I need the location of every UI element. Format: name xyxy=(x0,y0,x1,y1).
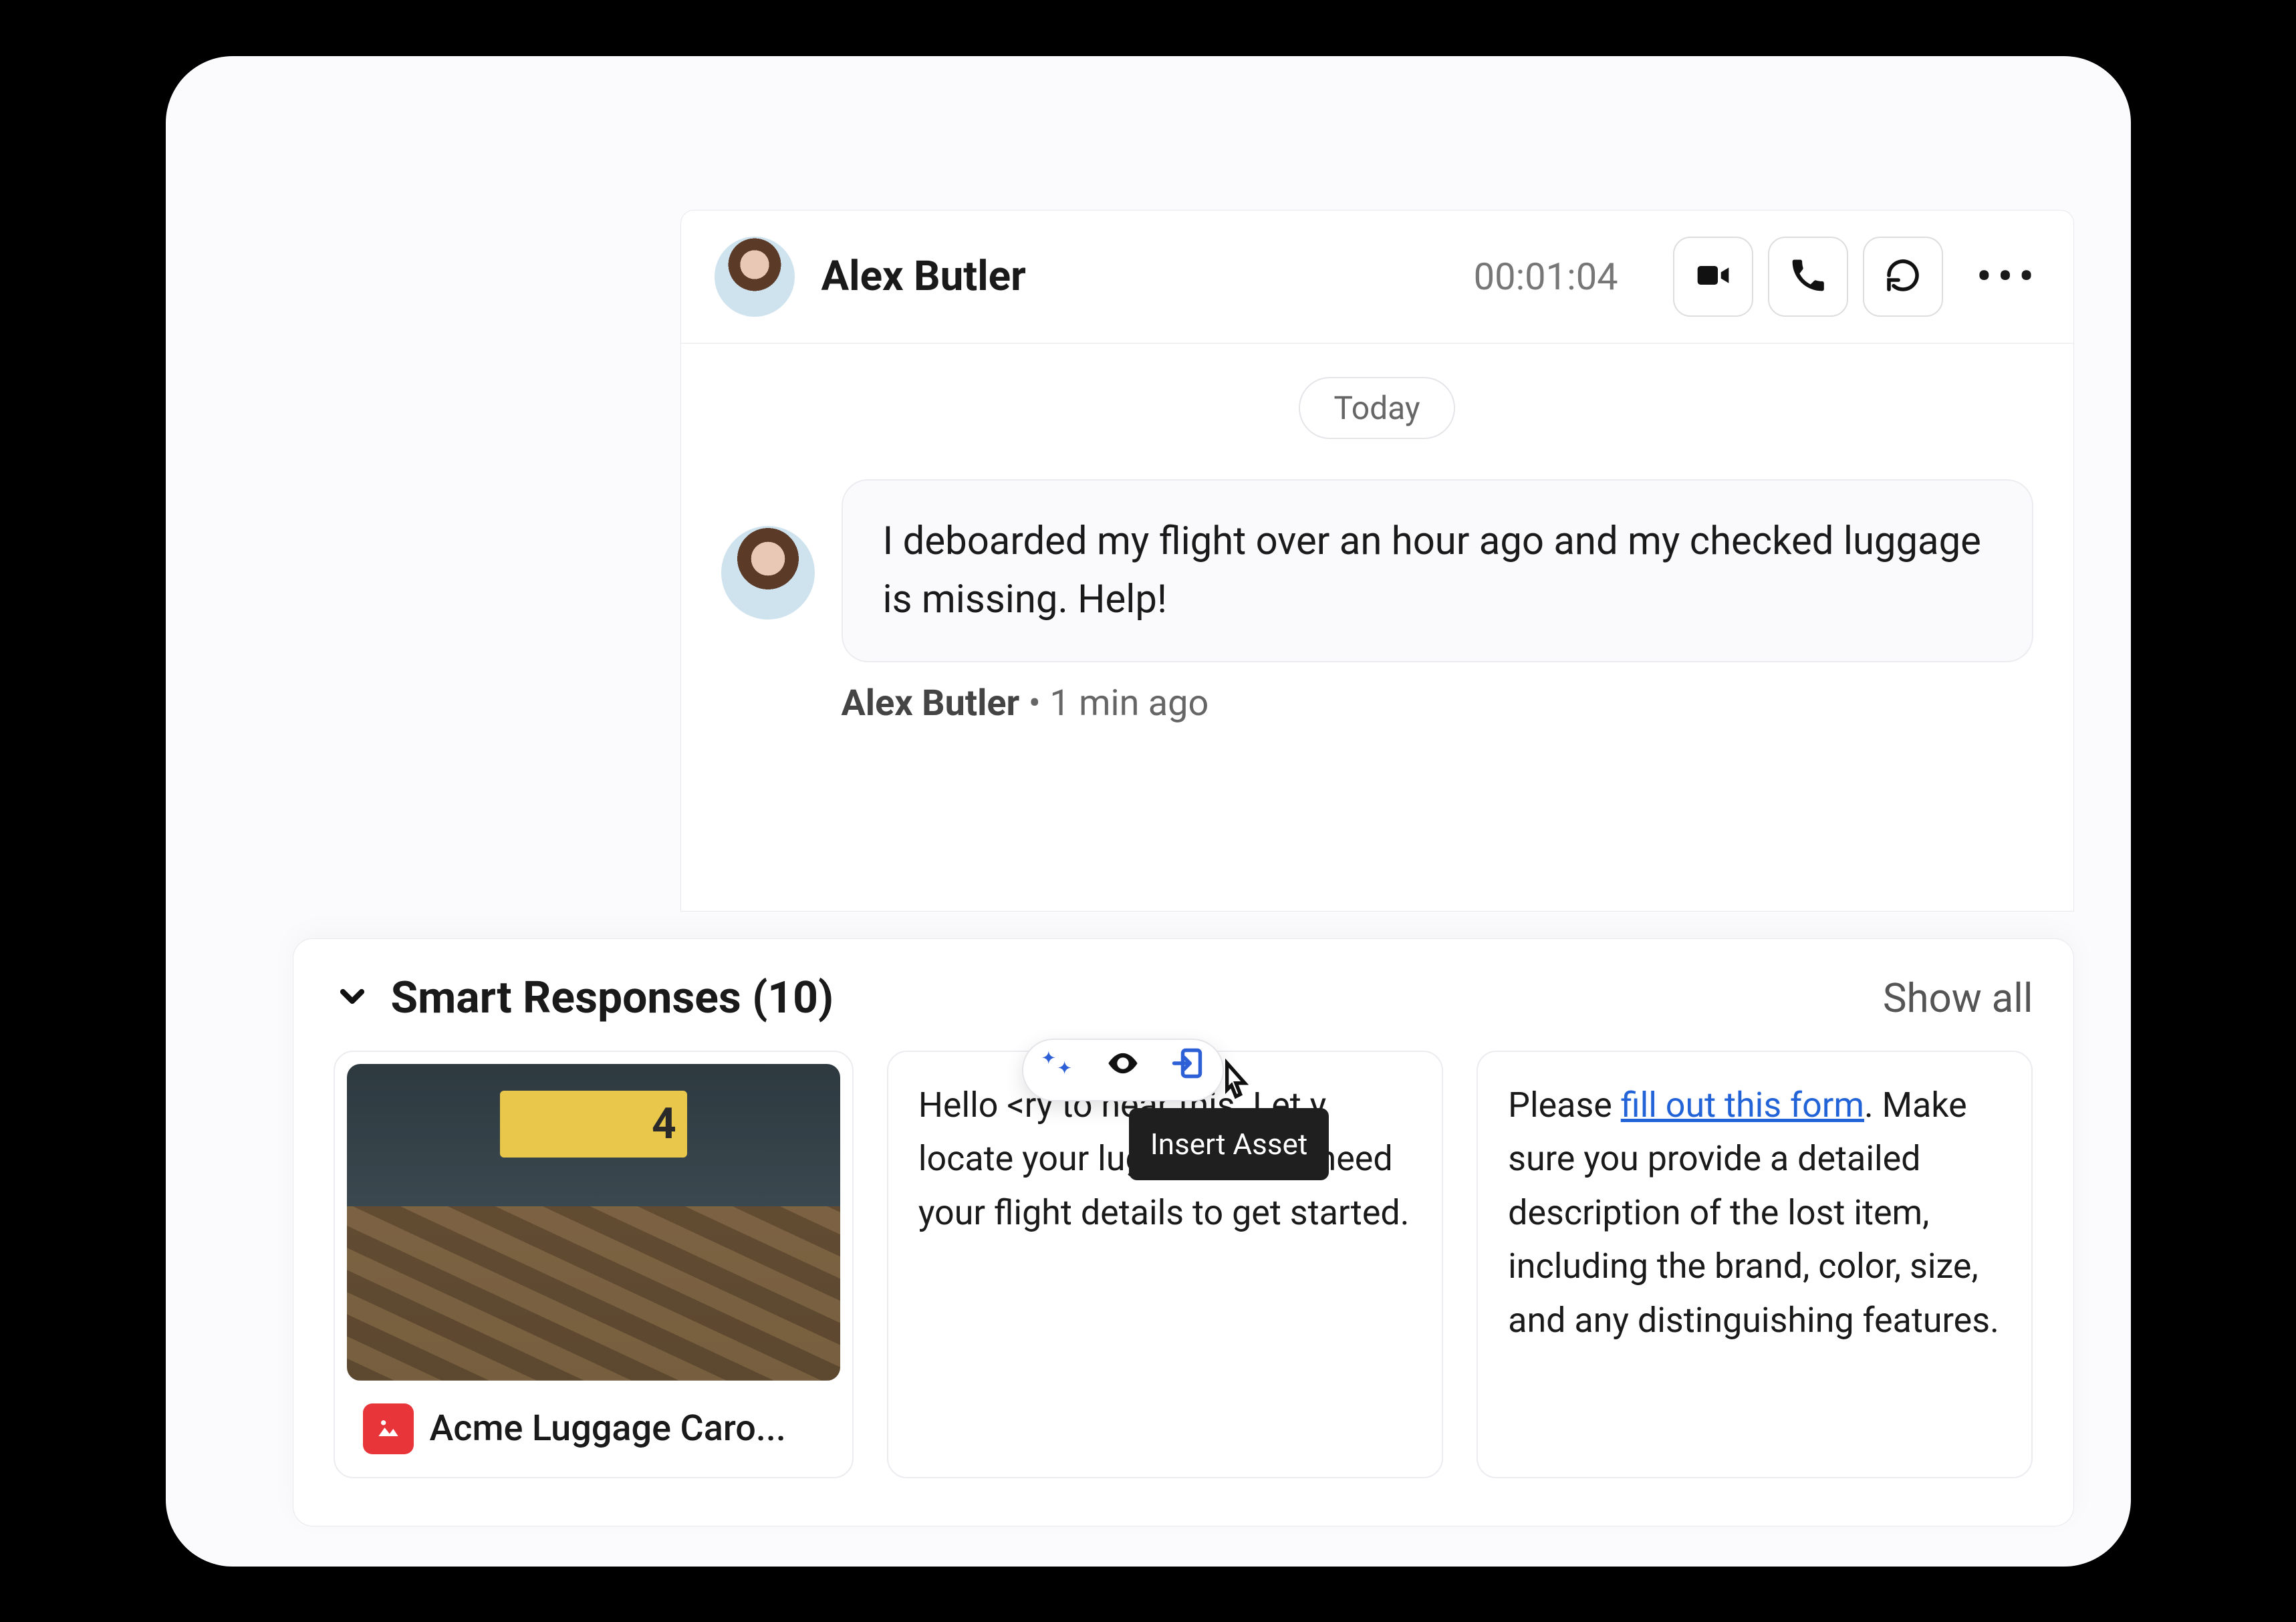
smart-responses-panel: Smart Responses (10) Show all 4 Acme Lug… xyxy=(293,938,2074,1526)
response-hover-toolbar xyxy=(1022,1039,1224,1101)
insert-asset-button[interactable] xyxy=(1164,1047,1210,1093)
message-author: Alex Butler xyxy=(842,682,1020,724)
video-call-button[interactable] xyxy=(1673,237,1753,317)
date-separator: Today xyxy=(1299,377,1454,439)
smart-responses-cards: 4 Acme Luggage Caro... xyxy=(334,1051,2033,1478)
smart-responses-header: Smart Responses (10) Show all xyxy=(334,972,2033,1024)
asset-caption-row: Acme Luggage Caro... xyxy=(347,1381,840,1465)
sr-count: 10 xyxy=(767,972,818,1024)
sr-title-suffix: ) xyxy=(818,972,834,1024)
asset-thumbnail: 4 xyxy=(347,1064,840,1381)
asset-caption: Acme Luggage Caro... xyxy=(430,1401,786,1457)
fill-out-form-link[interactable]: fill out this form xyxy=(1621,1085,1864,1125)
refresh-button[interactable] xyxy=(1863,237,1943,317)
sr-title-prefix: Smart Responses ( xyxy=(391,972,768,1024)
refresh-icon xyxy=(1884,257,1922,297)
phone-icon xyxy=(1789,257,1827,297)
chevron-down-icon[interactable] xyxy=(334,978,371,1018)
chat-header: Alex Butler 00:01:04 ••• xyxy=(680,210,2074,344)
insert-icon xyxy=(1170,1043,1204,1097)
preview-button[interactable] xyxy=(1100,1047,1146,1093)
eye-icon xyxy=(1106,1043,1140,1097)
response-card-image[interactable]: 4 Acme Luggage Caro... xyxy=(334,1051,854,1478)
insert-asset-tooltip: Insert Asset xyxy=(1129,1108,1329,1180)
message-row: I deboarded my flight over an hour ago a… xyxy=(721,479,2033,724)
phone-call-button[interactable] xyxy=(1768,237,1848,317)
response-text-1-pre: Hello < xyxy=(918,1085,1025,1125)
sparkle-button[interactable] xyxy=(1035,1047,1082,1093)
call-timer: 00:01:04 xyxy=(1474,255,1618,299)
app-card: Alex Butler 00:01:04 ••• Today I de xyxy=(166,56,2131,1567)
smart-responses-title: Smart Responses (10) xyxy=(391,972,834,1024)
message-meta: Alex Butler • 1 min ago xyxy=(842,682,2033,724)
carousel-sign: 4 xyxy=(500,1091,687,1158)
video-icon xyxy=(1694,257,1732,297)
message-time: • 1 min ago xyxy=(1019,682,1208,724)
sign-number: 4 xyxy=(652,1091,676,1157)
chat-body: Today I deboarded my flight over an hour… xyxy=(680,344,2074,912)
response-text-2-pre: Please xyxy=(1508,1085,1621,1125)
image-file-icon xyxy=(363,1403,414,1454)
customer-avatar[interactable] xyxy=(715,237,795,317)
sparkle-icon xyxy=(1041,1043,1076,1097)
message-bubble[interactable]: I deboarded my flight over an hour ago a… xyxy=(842,479,2033,662)
more-icon: ••• xyxy=(1976,249,2040,304)
cursor-pointer-icon xyxy=(1209,1059,1263,1112)
message-avatar[interactable] xyxy=(721,526,815,620)
customer-name: Alex Butler xyxy=(821,252,1026,301)
show-all-link[interactable]: Show all xyxy=(1883,974,2033,1022)
response-card-text-1[interactable]: Insert Asset Hello <ry to hear this. Let… xyxy=(887,1051,1443,1478)
more-options-button[interactable]: ••• xyxy=(1976,237,2040,317)
response-card-text-2[interactable]: Please fill out this form. Make sure you… xyxy=(1477,1051,2033,1478)
